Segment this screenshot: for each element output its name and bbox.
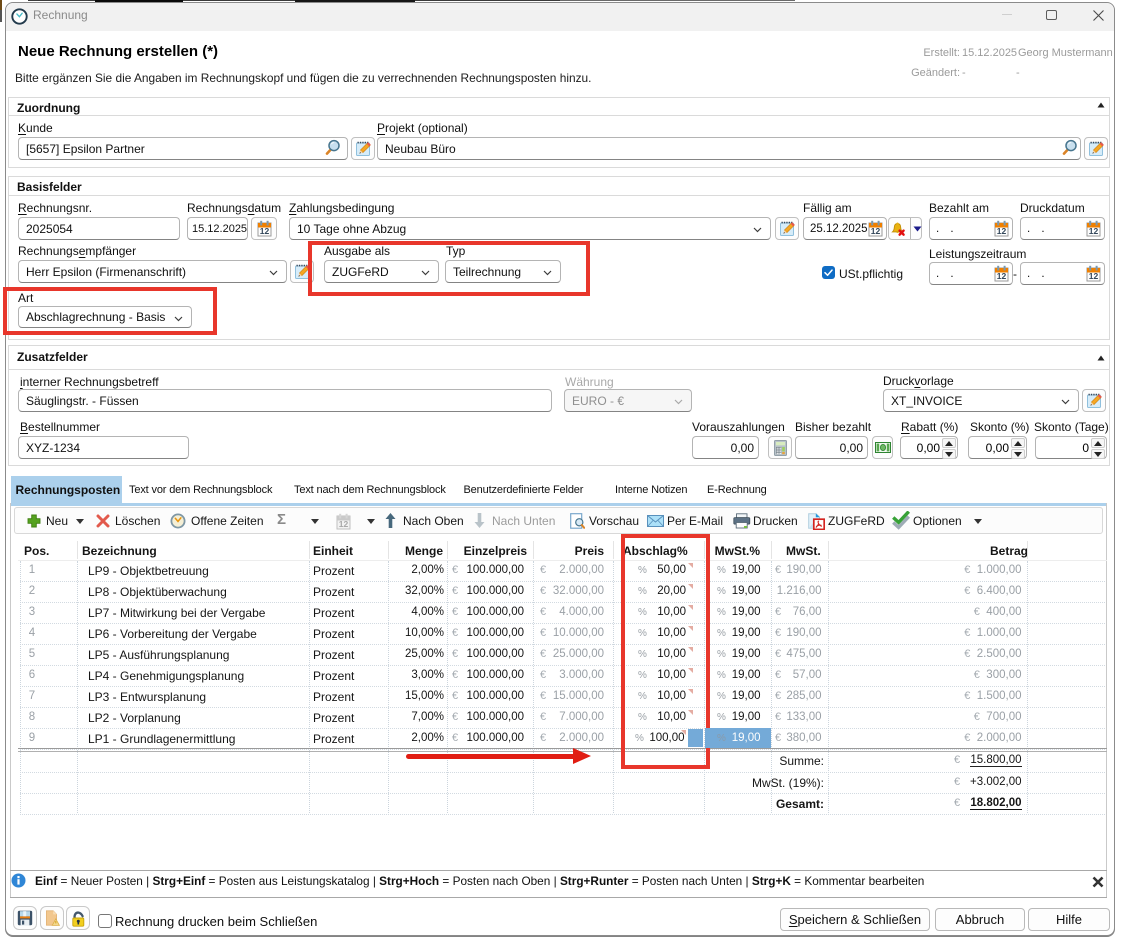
svg-text:12: 12 — [871, 226, 881, 236]
svg-text:12: 12 — [997, 271, 1007, 281]
svg-text:12: 12 — [260, 226, 270, 236]
svg-text:12: 12 — [1089, 226, 1099, 236]
svg-text:12: 12 — [997, 226, 1007, 236]
svg-text:12: 12 — [339, 519, 349, 529]
svg-text:12: 12 — [1089, 271, 1099, 281]
